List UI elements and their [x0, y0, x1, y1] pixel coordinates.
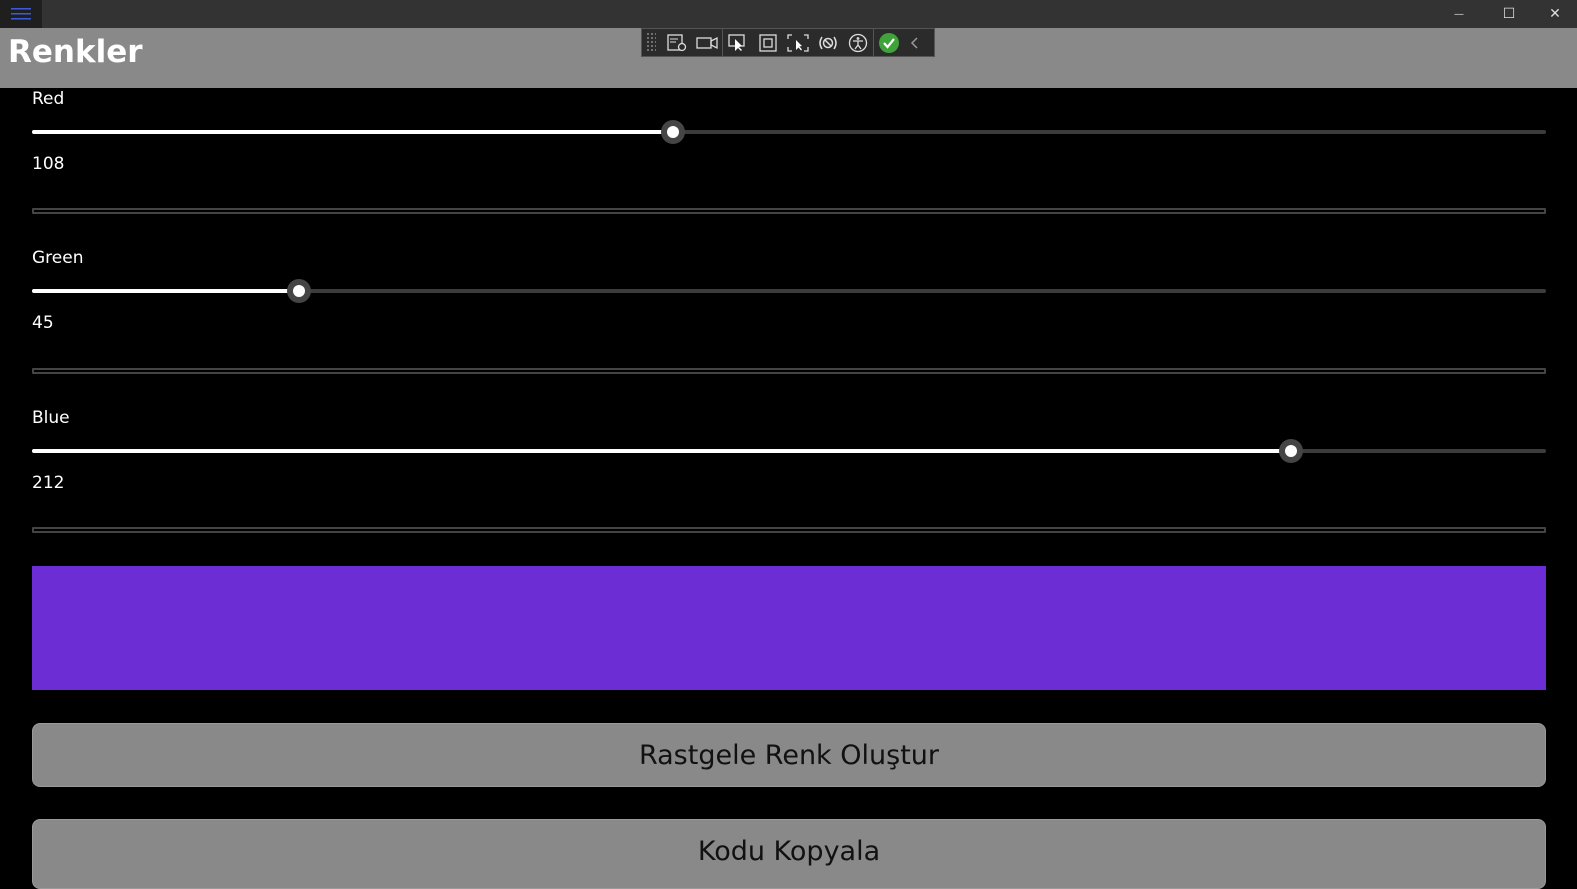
close-icon: ✕ [1549, 6, 1561, 22]
debug-toolbar [641, 28, 935, 57]
accessibility-icon [848, 33, 868, 52]
select-pointer-icon [728, 33, 745, 51]
slider-fill [32, 130, 674, 134]
live-visual-tree-button[interactable] [662, 29, 692, 56]
blue-label: Blue [32, 408, 70, 428]
green-label: Green [32, 248, 84, 268]
accessibility-checker-button[interactable] [843, 29, 873, 56]
video-camera-icon [696, 36, 718, 49]
hot-reload-status-button[interactable] [874, 29, 904, 56]
layout-adorner-icon [759, 33, 777, 52]
toolbar-grip-icon[interactable] [646, 32, 656, 53]
blue-value: 212 [32, 473, 65, 493]
track-focus-icon [787, 33, 809, 52]
red-label: Red [32, 89, 65, 109]
blue-entry[interactable] [32, 527, 1546, 533]
red-slider[interactable] [32, 120, 1546, 144]
random-color-button[interactable]: Rastgele Renk Oluştur [32, 723, 1546, 787]
checkmark-circle-icon [879, 32, 899, 53]
slider-thumb[interactable] [287, 279, 312, 303]
collapse-toolbar-button[interactable] [904, 29, 926, 56]
page-title: Renkler [8, 34, 143, 70]
display-layout-adorners-button[interactable] [753, 29, 783, 56]
red-value: 108 [32, 154, 65, 174]
copy-code-button[interactable]: Kodu Kopyala [32, 819, 1546, 889]
maximize-icon: ☐ [1502, 6, 1516, 22]
color-preview [32, 566, 1546, 690]
slider-thumb[interactable] [1278, 439, 1303, 463]
binding-failures-button[interactable] [813, 29, 843, 56]
title-bar: — ☐ ✕ [0, 0, 1577, 28]
minimize-icon: — [1454, 8, 1464, 20]
record-button[interactable] [692, 29, 722, 56]
red-entry[interactable] [32, 208, 1546, 214]
slider-fill [32, 449, 1291, 453]
green-slider[interactable] [32, 279, 1546, 303]
hamburger-icon [11, 8, 31, 20]
maximize-button[interactable]: ☐ [1487, 0, 1531, 28]
visual-tree-icon [667, 33, 687, 51]
select-element-button[interactable] [723, 29, 753, 56]
hamburger-menu-button[interactable] [0, 0, 42, 28]
close-button[interactable]: ✕ [1533, 0, 1577, 28]
blue-slider[interactable] [32, 439, 1546, 463]
slider-thumb[interactable] [661, 120, 686, 144]
slider-fill [32, 289, 300, 293]
binding-failure-icon [819, 36, 837, 49]
green-entry[interactable] [32, 368, 1546, 374]
track-focused-element-button[interactable] [783, 29, 813, 56]
minimize-button[interactable]: — [1437, 0, 1481, 28]
green-value: 45 [32, 313, 54, 333]
chevron-left-icon [910, 36, 918, 49]
